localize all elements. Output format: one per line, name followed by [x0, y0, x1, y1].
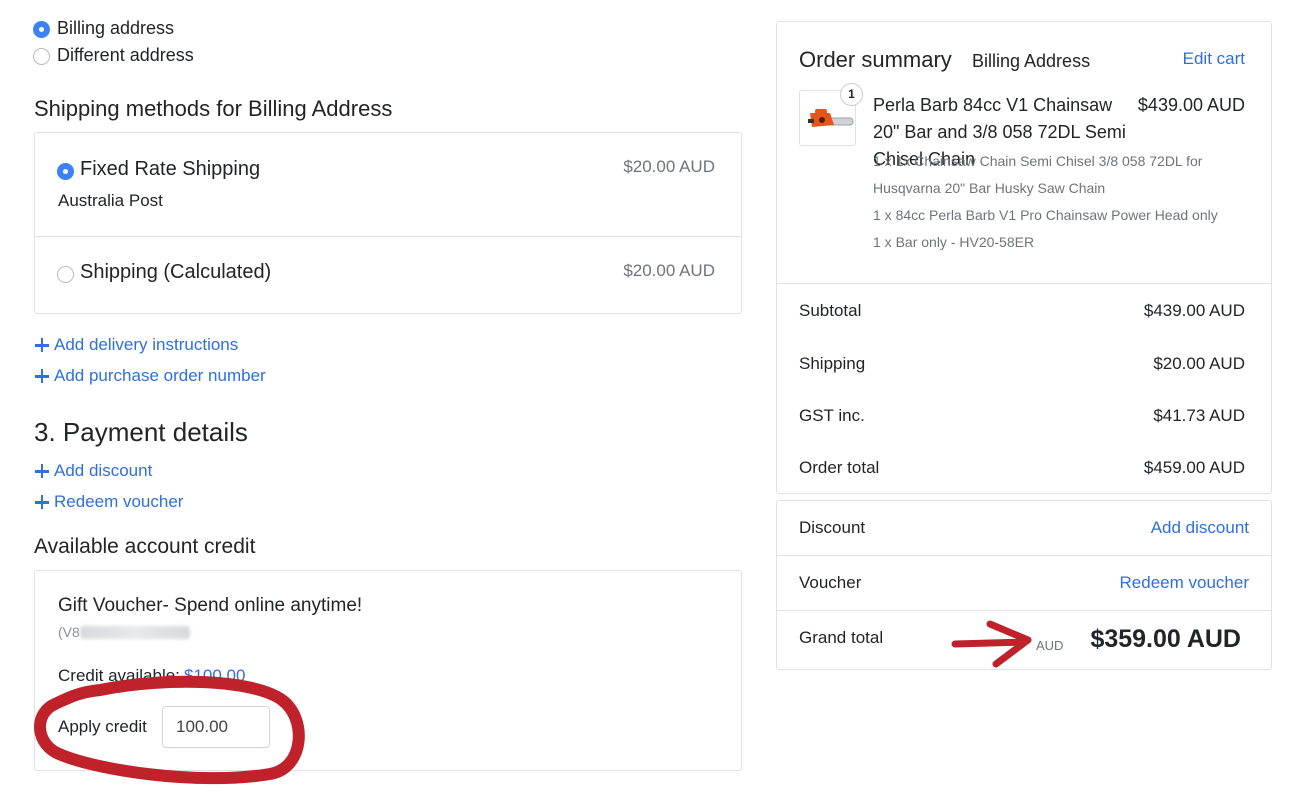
redeem-voucher-link[interactable]: Redeem voucher: [34, 491, 204, 513]
quantity-badge: 1: [840, 83, 863, 106]
shipping-heading: Shipping methods for Billing Address: [34, 96, 393, 121]
voucher-code: (V8: [58, 624, 80, 640]
order-summary-title: Order summary: [799, 47, 952, 72]
gst-label: GST inc.: [799, 406, 865, 425]
subtotal-value: $439.00 AUD: [1143, 301, 1245, 320]
fixed-rate-carrier: Australia Post: [58, 191, 163, 210]
calculated-shipping-label: Shipping (Calculated): [80, 261, 272, 283]
plus-icon: [35, 338, 49, 352]
discount-voucher-panel: Discount Add discount Voucher Redeem vou…: [776, 500, 1272, 670]
voucher-title: Gift Voucher- Spend online anytime!: [58, 595, 363, 616]
grand-total-value: $359.00 AUD: [1090, 625, 1241, 653]
plus-icon: [35, 369, 49, 383]
order-total-value: $459.00 AUD: [1143, 458, 1245, 477]
credit-available-label: Credit available:: [58, 666, 180, 685]
different-address-label: Different address: [57, 45, 194, 65]
grand-total-label: Grand total: [799, 628, 884, 647]
shipping-total-label: Shipping: [799, 354, 866, 373]
address-option-billing[interactable]: Billing address: [33, 18, 333, 40]
summary-divider: [777, 283, 1271, 284]
grand-total-currency: AUD: [1036, 638, 1064, 653]
subtotal-label: Subtotal: [799, 301, 862, 320]
address-option-different[interactable]: Different address: [33, 45, 333, 67]
shipping-methods-panel: Fixed Rate Shipping Australia Post $20.0…: [34, 132, 742, 314]
order-summary-panel: Order summary Billing Address Edit cart …: [776, 21, 1272, 494]
different-address-radio[interactable]: [33, 48, 50, 65]
account-credit-heading: Available account credit: [34, 535, 256, 558]
fixed-rate-price: $20.00 AUD: [623, 157, 715, 176]
add-delivery-instructions-link[interactable]: Add delivery instructions: [34, 334, 294, 356]
discount-label: Discount: [799, 518, 866, 537]
product-detail-2: 1 x 84cc Perla Barb V1 Pro Chainsaw Powe…: [873, 207, 1218, 223]
plus-icon: [35, 464, 49, 478]
shipping-total-value: $20.00 AUD: [1153, 354, 1245, 373]
discount-divider: [777, 555, 1271, 556]
gst-value: $41.73 AUD: [1153, 406, 1245, 425]
payment-heading: 3. Payment details: [34, 417, 248, 447]
redeem-voucher-label: Redeem voucher: [54, 492, 184, 511]
product-detail-1: 1 x 1x Chainsaw Chain Semi Chisel 3/8 05…: [873, 153, 1203, 196]
add-purchase-order-link[interactable]: Add purchase order number: [34, 365, 294, 387]
voucher-divider: [777, 610, 1271, 611]
account-credit-panel: Gift Voucher- Spend online anytime! (V8 …: [34, 570, 742, 771]
order-total-label: Order total: [799, 458, 880, 477]
calculated-shipping-price: $20.00 AUD: [623, 261, 715, 280]
edit-cart-link[interactable]: Edit cart: [1183, 49, 1245, 69]
add-delivery-instructions-label: Add delivery instructions: [54, 335, 239, 354]
shipping-method-fixed[interactable]: Fixed Rate Shipping Australia Post $20.0…: [35, 133, 741, 236]
voucher-label: Voucher: [799, 573, 862, 592]
apply-credit-label: Apply credit: [58, 717, 147, 736]
add-discount-summary-link[interactable]: Add discount: [1151, 518, 1249, 538]
voucher-code-redacted: [80, 626, 190, 639]
product-price: $439.00 AUD: [1137, 95, 1245, 115]
fixed-rate-radio[interactable]: [57, 163, 74, 180]
add-discount-label: Add discount: [54, 461, 153, 480]
order-summary-subtitle: Billing Address: [972, 51, 1091, 71]
calculated-shipping-radio[interactable]: [57, 266, 74, 283]
plus-icon: [35, 495, 49, 509]
product-detail-3: 1 x Bar only - HV20-58ER: [873, 234, 1035, 250]
billing-address-label: Billing address: [57, 18, 175, 38]
fixed-rate-label: Fixed Rate Shipping: [80, 158, 261, 180]
credit-available-value: $100.00: [184, 666, 246, 685]
shipping-method-calculated[interactable]: Shipping (Calculated) $20.00 AUD: [35, 237, 741, 313]
billing-address-radio[interactable]: [33, 21, 50, 38]
add-discount-link[interactable]: Add discount: [34, 460, 194, 482]
add-purchase-order-label: Add purchase order number: [54, 366, 266, 385]
redeem-voucher-summary-link[interactable]: Redeem voucher: [1120, 573, 1249, 593]
apply-credit-input[interactable]: [162, 706, 270, 748]
